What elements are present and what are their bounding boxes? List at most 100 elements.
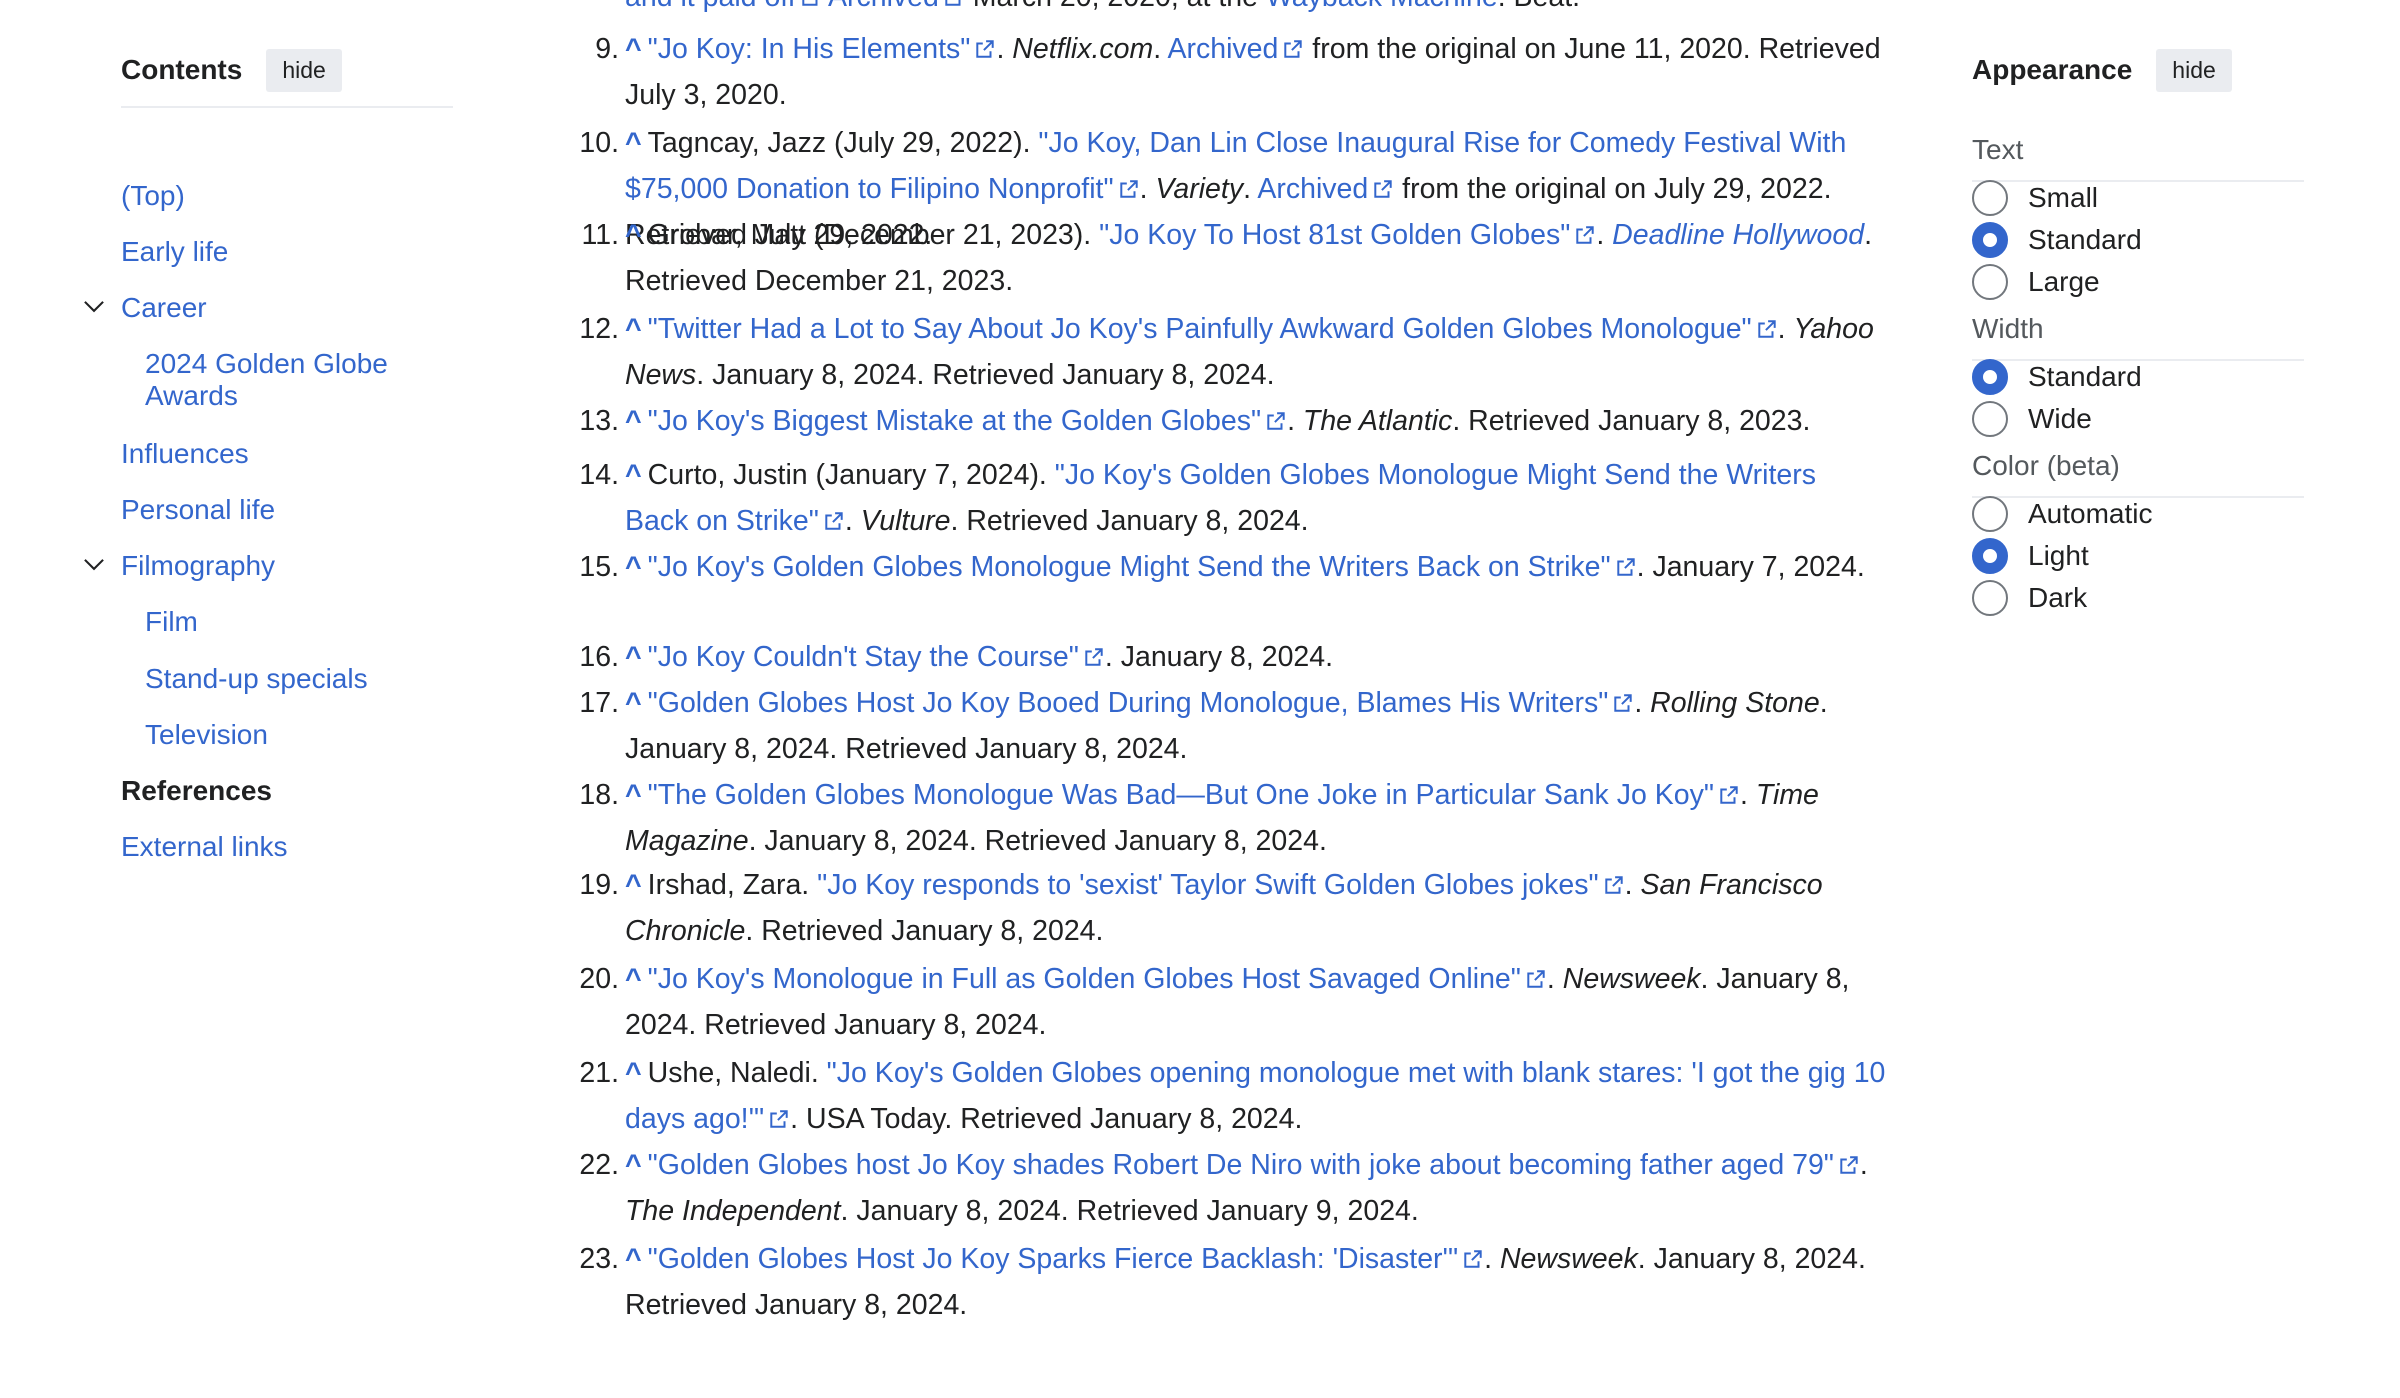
external-link-icon xyxy=(1265,410,1287,432)
backlink-caret[interactable]: ^ xyxy=(625,1243,642,1275)
reference-text: . Retrieved January 8, 2023. xyxy=(1452,405,1811,437)
backlink-caret[interactable]: ^ xyxy=(625,405,642,437)
reference-text: . xyxy=(1739,779,1756,811)
appearance-section-width: Width xyxy=(1972,313,2304,361)
reference-item: 15. ^ "Jo Koy's Golden Globes Monologue Mi… xyxy=(579,544,1887,590)
reference-text: March 20, 2020, at the xyxy=(965,0,1266,13)
reference-title-link[interactable]: "Golden Globes Host Jo Koy Sparks Fierce… xyxy=(648,1243,1458,1275)
reference-title-link[interactable]: "The Golden Globes Monologue Was Bad—But… xyxy=(648,779,1714,811)
radio-label: Wide xyxy=(2028,403,2092,434)
reference-text: . xyxy=(1777,313,1794,345)
reference-text: . xyxy=(844,505,861,537)
external-link-icon xyxy=(1756,318,1778,340)
appearance-panel: Appearance hide Text Small Standard Large Wi… xyxy=(1972,46,2304,616)
reference-title-link[interactable]: "Golden Globes host Jo Koy shades Robert… xyxy=(648,1149,1834,1181)
radio-button[interactable] xyxy=(1972,359,2008,395)
reference-text: . Beat. xyxy=(1498,0,1580,13)
backlink-caret[interactable]: ^ xyxy=(625,779,642,811)
reference-work: Variety xyxy=(1155,173,1244,205)
reference-title-link[interactable]: "Jo Koy To Host 81st Golden Globes" xyxy=(1099,219,1570,251)
radio-label: Automatic xyxy=(2028,498,2153,529)
radio-button[interactable] xyxy=(1972,538,2008,574)
reference-title-link[interactable]: "Jo Koy's Biggest Mistake at the Golden … xyxy=(648,405,1261,437)
radio-option-standard[interactable]: Standard xyxy=(1972,359,2142,395)
reference-number: 9. xyxy=(595,33,619,65)
radio-option-large[interactable]: Large xyxy=(1972,264,2100,300)
external-link-icon xyxy=(943,0,965,8)
backlink-caret[interactable]: ^ xyxy=(625,963,642,995)
reference-title-link[interactable]: "Jo Koy Couldn't Stay the Course" xyxy=(648,641,1079,673)
reference-author: Grobar, Matt (December 21, 2023). xyxy=(647,219,1100,251)
reference-number: 11. xyxy=(581,219,619,251)
reference-title-link[interactable]: "Jo Koy: In His Elements" xyxy=(648,33,971,65)
reference-number: 15. xyxy=(579,551,619,583)
reference-number: 14. xyxy=(579,459,619,491)
appearance-hide-button[interactable]: hide xyxy=(2156,48,2232,92)
archived-link[interactable]: Archived xyxy=(1168,33,1279,65)
backlink-caret[interactable]: ^ xyxy=(625,551,642,583)
reference-author: Irshad, Zara. xyxy=(647,869,818,901)
reference-author: Ushe, Naledi. xyxy=(647,1057,827,1089)
radio-button[interactable] xyxy=(1972,496,2008,532)
reference-text: . xyxy=(1634,687,1651,719)
backlink-caret[interactable]: ^ xyxy=(625,33,642,65)
radio-option-wide[interactable]: Wide xyxy=(1972,401,2092,437)
reference-text: . January 7, 2024. xyxy=(1636,551,1865,583)
external-link-icon xyxy=(768,1108,790,1130)
reference-author: Tagncay, Jazz (July 29, 2022). xyxy=(647,127,1039,159)
reference-text: . xyxy=(1546,963,1563,995)
reference-link[interactable]: and it paid off xyxy=(625,0,796,13)
reference-work: Netflix.com xyxy=(1012,33,1154,65)
reference-title-link[interactable]: "Jo Koy's Golden Globes Monologue Might … xyxy=(648,551,1611,583)
section-title: Text xyxy=(1972,134,2304,182)
reference-title-link[interactable]: "Golden Globes Host Jo Koy Booed During … xyxy=(648,687,1609,719)
backlink-caret[interactable]: ^ xyxy=(625,313,642,345)
backlink-caret[interactable]: ^ xyxy=(625,687,642,719)
backlink-caret[interactable]: ^ xyxy=(625,1057,642,1089)
radio-button[interactable] xyxy=(1972,180,2008,216)
radio-option-dark[interactable]: Dark xyxy=(1972,580,2087,616)
reference-work-link[interactable]: Deadline Hollywood xyxy=(1612,219,1864,251)
wayback-link[interactable]: Wayback Machine xyxy=(1266,0,1498,13)
radio-option-small[interactable]: Small xyxy=(1972,180,2098,216)
external-link-icon xyxy=(1612,692,1634,714)
reference-number: 18. xyxy=(579,779,619,811)
reference-title-link[interactable]: "Twitter Had a Lot to Say About Jo Koy's… xyxy=(648,313,1752,345)
external-link-icon xyxy=(1574,224,1596,246)
backlink-caret[interactable]: ^ xyxy=(625,641,642,673)
radio-button[interactable] xyxy=(1972,401,2008,437)
reference-text: . xyxy=(1139,173,1156,205)
reference-item: 23. ^ "Golden Globes Host Jo Koy Sparks Fi… xyxy=(579,1236,1887,1328)
reference-title-link[interactable]: "Jo Koy responds to 'sexist' Taylor Swif… xyxy=(817,869,1598,901)
archived-link[interactable]: Archived xyxy=(1257,173,1368,205)
radio-button[interactable] xyxy=(1972,222,2008,258)
radio-button[interactable] xyxy=(1972,580,2008,616)
radio-option-automatic[interactable]: Automatic xyxy=(1972,496,2153,532)
reference-text: . xyxy=(1243,173,1258,205)
reference-number: 19. xyxy=(579,869,619,901)
radio-option-light[interactable]: Light xyxy=(1972,538,2089,574)
reference-number: 10. xyxy=(579,127,619,159)
reference-title-link[interactable]: "Jo Koy's Monologue in Full as Golden Gl… xyxy=(648,963,1521,995)
reference-work: Newsweek xyxy=(1499,1243,1638,1275)
backlink-caret[interactable]: ^ xyxy=(625,459,642,491)
radio-label: Standard xyxy=(2028,361,2142,392)
backlink-caret[interactable]: ^ xyxy=(625,1149,642,1181)
archived-link[interactable]: Archived xyxy=(828,0,939,13)
backlink-caret[interactable]: ^ xyxy=(625,127,642,159)
reference-text: . Retrieved January 8, 2024. xyxy=(950,505,1309,537)
reference-text: . January 8, 2024. Retrieved January 8, … xyxy=(748,825,1327,857)
reference-number: 13. xyxy=(579,405,619,437)
reference-text: . xyxy=(996,33,1013,65)
reference-text: . January 8, 2024. xyxy=(1104,641,1334,673)
reference-item: 20. ^ "Jo Koy's Monologue in Full as Golde… xyxy=(579,956,1887,1048)
external-link-icon xyxy=(800,0,822,8)
backlink-caret[interactable]: ^ xyxy=(625,869,642,901)
radio-option-standard[interactable]: Standard xyxy=(1972,222,2142,258)
external-link-icon xyxy=(1282,38,1304,60)
backlink-caret[interactable]: ^ xyxy=(625,219,642,251)
reference-text: . xyxy=(1859,1149,1868,1181)
external-link-icon xyxy=(1372,178,1394,200)
reference-item: 22. ^ "Golden Globes host Jo Koy shades Ro… xyxy=(579,1142,1887,1234)
radio-button[interactable] xyxy=(1972,264,2008,300)
